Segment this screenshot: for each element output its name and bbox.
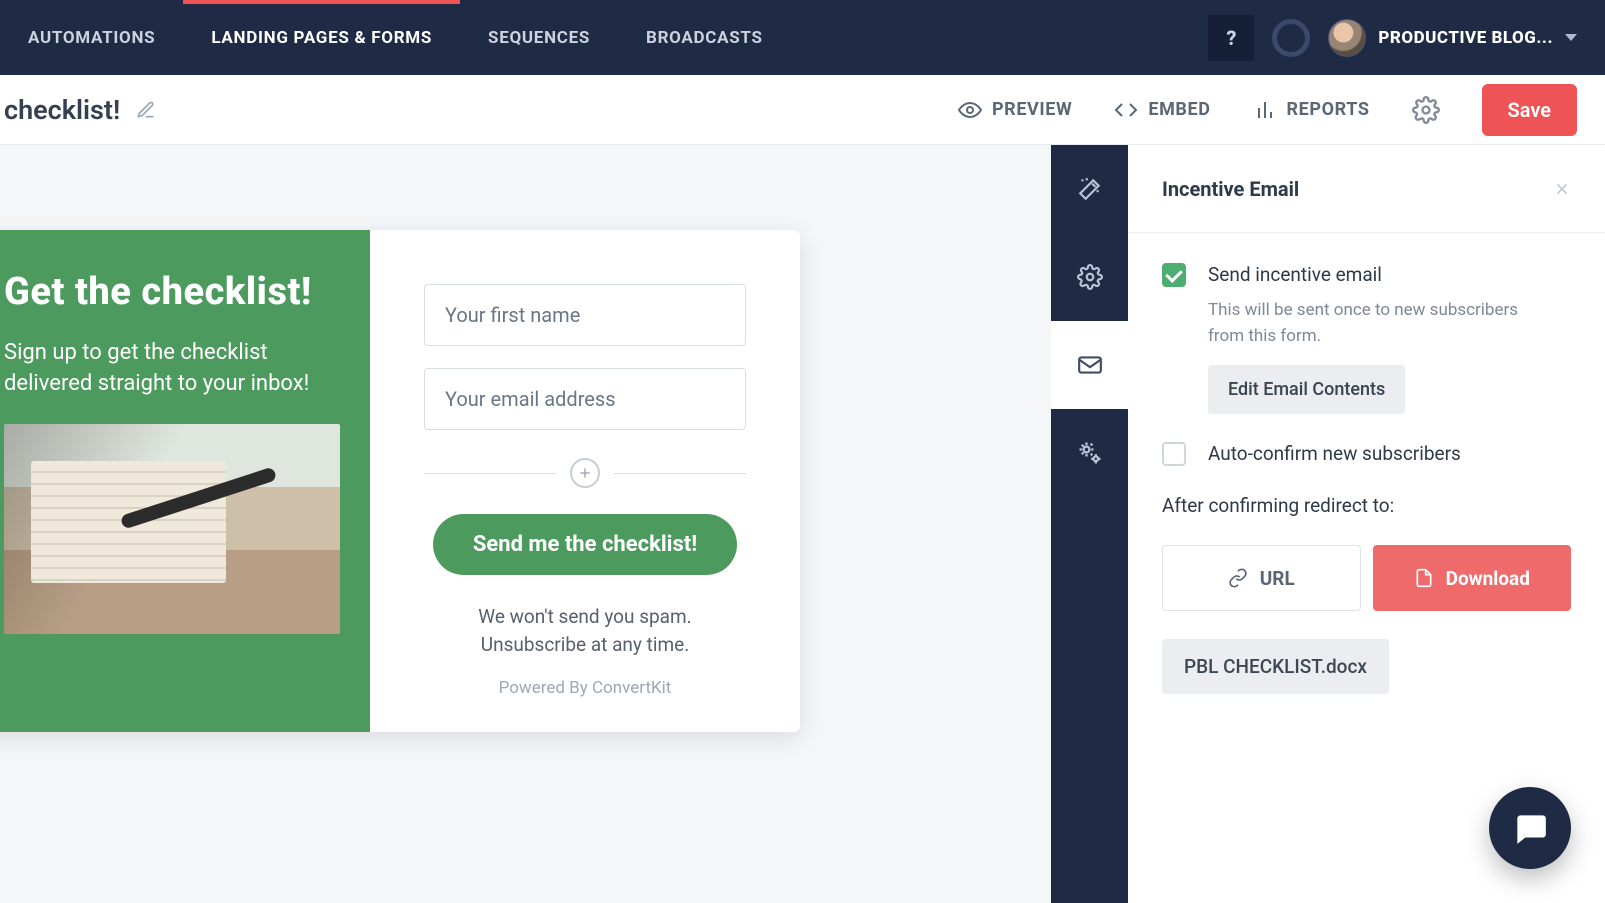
- top-nav-right: ? PRODUCTIVE BLOG...: [1208, 0, 1577, 75]
- embed-label: EMBED: [1148, 99, 1210, 120]
- nav-broadcasts[interactable]: BROADCASTS: [618, 0, 791, 75]
- nav-label: AUTOMATIONS: [28, 28, 155, 48]
- save-label: Save: [1508, 98, 1551, 122]
- first-name-placeholder: Your first name: [445, 303, 580, 327]
- gear-icon: [1412, 96, 1440, 124]
- form-preview-card: Get the checklist! Sign up to get the ch…: [0, 230, 800, 732]
- rail-tab-advanced[interactable]: [1051, 409, 1128, 497]
- status-ring-icon: [1272, 19, 1310, 57]
- chat-icon: [1511, 809, 1549, 847]
- edit-email-label: Edit Email Contents: [1228, 379, 1385, 400]
- form-disclaimer[interactable]: We won't send you spam. Unsubscribe at a…: [424, 603, 746, 658]
- top-nav: AUTOMATIONS LANDING PAGES & FORMS SEQUEN…: [0, 0, 1605, 75]
- edit-email-contents-button[interactable]: Edit Email Contents: [1208, 365, 1405, 414]
- intercom-launcher[interactable]: [1489, 787, 1571, 869]
- page-title-wrap: checklist!: [0, 94, 156, 126]
- form-hero-image[interactable]: [4, 424, 340, 634]
- gear-icon: [1077, 264, 1103, 290]
- redirect-download-label: Download: [1446, 567, 1530, 590]
- form-hero: Get the checklist! Sign up to get the ch…: [0, 230, 370, 732]
- nav-automations[interactable]: AUTOMATIONS: [0, 0, 183, 75]
- main-area: Get the checklist! Sign up to get the ch…: [0, 145, 1605, 903]
- action-bar-right: PREVIEW EMBED REPORTS Save: [958, 84, 1577, 136]
- help-label: ?: [1226, 26, 1236, 50]
- panel-close-button[interactable]: [1553, 180, 1571, 198]
- disclaimer-line1: We won't send you spam.: [424, 603, 746, 631]
- preview-label: PREVIEW: [992, 99, 1072, 120]
- cta-label: Send me the checklist!: [473, 532, 697, 557]
- eye-icon: [958, 98, 982, 122]
- link-icon: [1228, 568, 1248, 588]
- add-field-row: [424, 458, 746, 488]
- file-icon: [1414, 568, 1434, 588]
- close-icon: [1553, 180, 1571, 198]
- file-name: PBL CHECKLIST.docx: [1184, 655, 1367, 678]
- panel-header: Incentive Email: [1128, 145, 1605, 233]
- help-button[interactable]: ?: [1208, 15, 1254, 61]
- panel-body: Send incentive email This will be sent o…: [1128, 233, 1605, 724]
- download-file-chip[interactable]: PBL CHECKLIST.docx: [1162, 639, 1389, 694]
- nav-label: BROADCASTS: [646, 28, 763, 48]
- pencil-icon: [136, 100, 156, 120]
- nav-sequences[interactable]: SEQUENCES: [460, 0, 618, 75]
- send-incentive-row: Send incentive email This will be sent o…: [1162, 263, 1571, 414]
- form-submit-button[interactable]: Send me the checklist!: [433, 514, 737, 575]
- reports-label: REPORTS: [1287, 99, 1370, 120]
- email-placeholder: Your email address: [445, 387, 616, 411]
- send-incentive-hint: This will be sent once to new subscriber…: [1208, 298, 1548, 349]
- powered-by: Powered By ConvertKit: [424, 678, 746, 698]
- redirect-segmented: URL Download: [1162, 545, 1571, 611]
- avatar: [1328, 19, 1366, 57]
- settings-button[interactable]: [1412, 96, 1440, 124]
- first-name-field[interactable]: Your first name: [424, 284, 746, 346]
- redirect-url-option[interactable]: URL: [1162, 545, 1361, 611]
- account-name: PRODUCTIVE BLOG...: [1378, 28, 1553, 48]
- disclaimer-line2: Unsubscribe at any time.: [424, 631, 746, 659]
- magic-wand-icon: [1077, 176, 1103, 202]
- rail-tab-incentive-email[interactable]: [1051, 321, 1128, 409]
- envelope-icon: [1077, 352, 1103, 378]
- autoconfirm-label: Auto-confirm new subscribers: [1208, 442, 1461, 465]
- top-nav-left: AUTOMATIONS LANDING PAGES & FORMS SEQUEN…: [0, 0, 791, 75]
- autoconfirm-row: Auto-confirm new subscribers: [1162, 442, 1571, 466]
- rail-tab-design[interactable]: [1051, 145, 1128, 233]
- nav-label: SEQUENCES: [488, 28, 590, 48]
- bar-chart-icon: [1253, 98, 1277, 122]
- settings-rail: [1051, 145, 1128, 903]
- autoconfirm-checkbox[interactable]: [1162, 442, 1186, 466]
- rail-tab-settings[interactable]: [1051, 233, 1128, 321]
- nav-landing-pages-forms[interactable]: LANDING PAGES & FORMS: [183, 0, 460, 75]
- redirect-label: After confirming redirect to:: [1162, 494, 1571, 517]
- account-menu[interactable]: PRODUCTIVE BLOG...: [1328, 19, 1577, 57]
- plus-icon: [577, 465, 593, 481]
- panel-title: Incentive Email: [1162, 177, 1299, 201]
- save-button[interactable]: Save: [1482, 84, 1577, 136]
- redirect-download-option[interactable]: Download: [1373, 545, 1572, 611]
- reports-button[interactable]: REPORTS: [1253, 98, 1370, 122]
- nav-label: LANDING PAGES & FORMS: [211, 28, 432, 48]
- embed-button[interactable]: EMBED: [1114, 98, 1210, 122]
- form-headline[interactable]: Get the checklist!: [4, 270, 340, 314]
- add-field-button[interactable]: [570, 458, 600, 488]
- chevron-down-icon: [1565, 34, 1577, 41]
- send-incentive-label: Send incentive email: [1208, 263, 1548, 286]
- send-incentive-checkbox[interactable]: [1162, 263, 1186, 287]
- redirect-url-label: URL: [1260, 567, 1295, 590]
- form-subhead[interactable]: Sign up to get the checklist delivered s…: [4, 338, 340, 400]
- preview-button[interactable]: PREVIEW: [958, 98, 1072, 122]
- form-fields: Your first name Your email address Send …: [370, 230, 800, 732]
- code-icon: [1114, 98, 1138, 122]
- email-field[interactable]: Your email address: [424, 368, 746, 430]
- action-bar: checklist! PREVIEW EMBED REPORTS Save: [0, 75, 1605, 145]
- gears-icon: [1076, 439, 1104, 467]
- edit-title-button[interactable]: [136, 100, 156, 120]
- page-title: checklist!: [4, 94, 120, 126]
